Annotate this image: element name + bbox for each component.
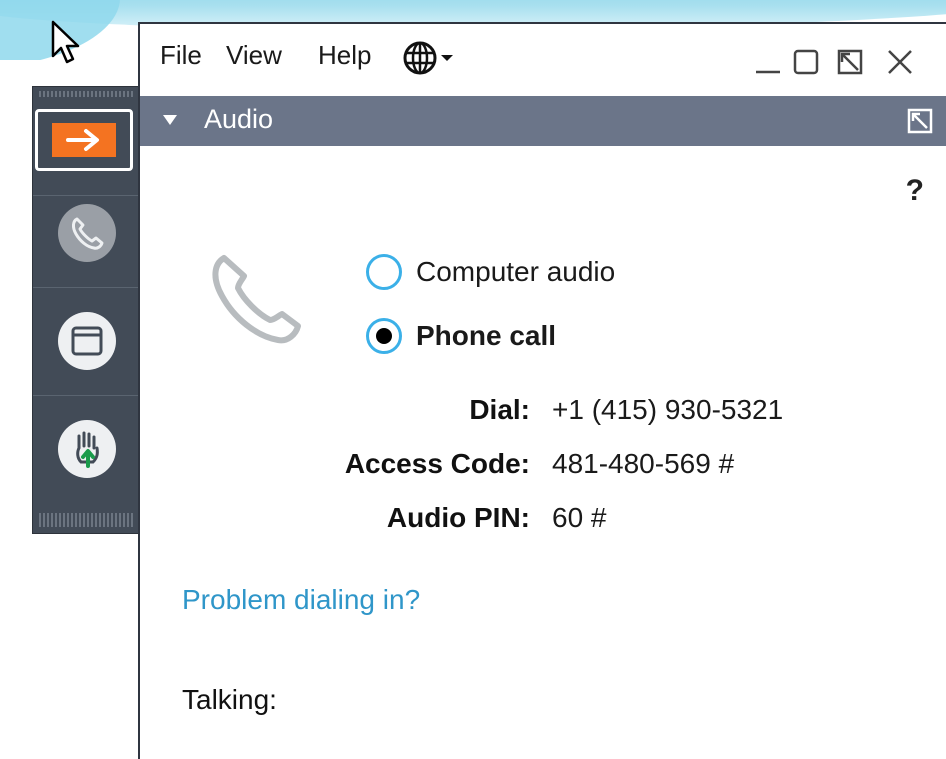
computer-audio-label: Computer audio	[416, 256, 616, 287]
dial-label: Dial:	[469, 394, 530, 425]
help-button[interactable]: ?	[906, 174, 924, 208]
radio-button-selected[interactable]	[366, 318, 402, 354]
mouse-pointer-icon	[51, 20, 80, 64]
menu-view[interactable]: View	[226, 40, 282, 71]
control-panel-grip-bottom[interactable]	[39, 513, 135, 527]
globe-icon	[403, 41, 437, 75]
radio-phone-call[interactable]: Phone call	[366, 318, 556, 354]
audio-section	[33, 179, 141, 288]
audio-phone-button[interactable]	[58, 204, 116, 262]
access-code-label: Access Code:	[344, 448, 530, 479]
access-code-value: 481-480-569 #	[552, 448, 735, 479]
screen-section	[33, 287, 141, 396]
popout-icon[interactable]	[834, 46, 866, 78]
problem-dialing-link[interactable]: Problem dialing in?	[182, 584, 420, 616]
talking-label: Talking:	[182, 684, 277, 715]
collapse-control-panel-button[interactable]	[35, 109, 133, 171]
dial-number: +1 (415) 930-5321	[552, 394, 784, 425]
raise-hand-button[interactable]	[58, 420, 116, 478]
menu-file[interactable]: File	[160, 40, 202, 71]
audio-panel-header[interactable]: Audio	[140, 96, 946, 146]
arrow-right-icon	[66, 129, 99, 151]
phone-icon	[212, 255, 301, 344]
audio-pin-value: 60 #	[552, 502, 607, 533]
chevron-down-icon	[441, 55, 453, 61]
hand-section	[33, 395, 141, 503]
restore-icon[interactable]	[790, 46, 822, 78]
audio-pin-label: Audio PIN:	[386, 502, 530, 533]
screen-share-button[interactable]	[58, 312, 116, 370]
window-icon	[71, 326, 103, 356]
control-panel	[32, 86, 142, 534]
radio-button-unselected[interactable]	[366, 254, 402, 290]
popout-panel-icon[interactable]	[906, 107, 934, 135]
language-dropdown[interactable]	[402, 40, 454, 76]
phone-icon	[72, 217, 104, 250]
phone-call-label: Phone call	[416, 320, 557, 351]
radio-computer-audio[interactable]: Computer audio	[366, 254, 615, 290]
collapse-triangle-icon[interactable]	[162, 113, 178, 127]
minimize-icon[interactable]	[752, 46, 784, 78]
menu-bar: File View Help	[140, 24, 946, 96]
audio-panel-title: Audio	[204, 104, 274, 134]
close-icon[interactable]	[884, 46, 916, 78]
raise-hand-icon	[76, 431, 99, 468]
webinar-window: File View Help Audio ? Computer audio Ph…	[138, 22, 946, 759]
menu-help[interactable]: Help	[318, 40, 371, 71]
